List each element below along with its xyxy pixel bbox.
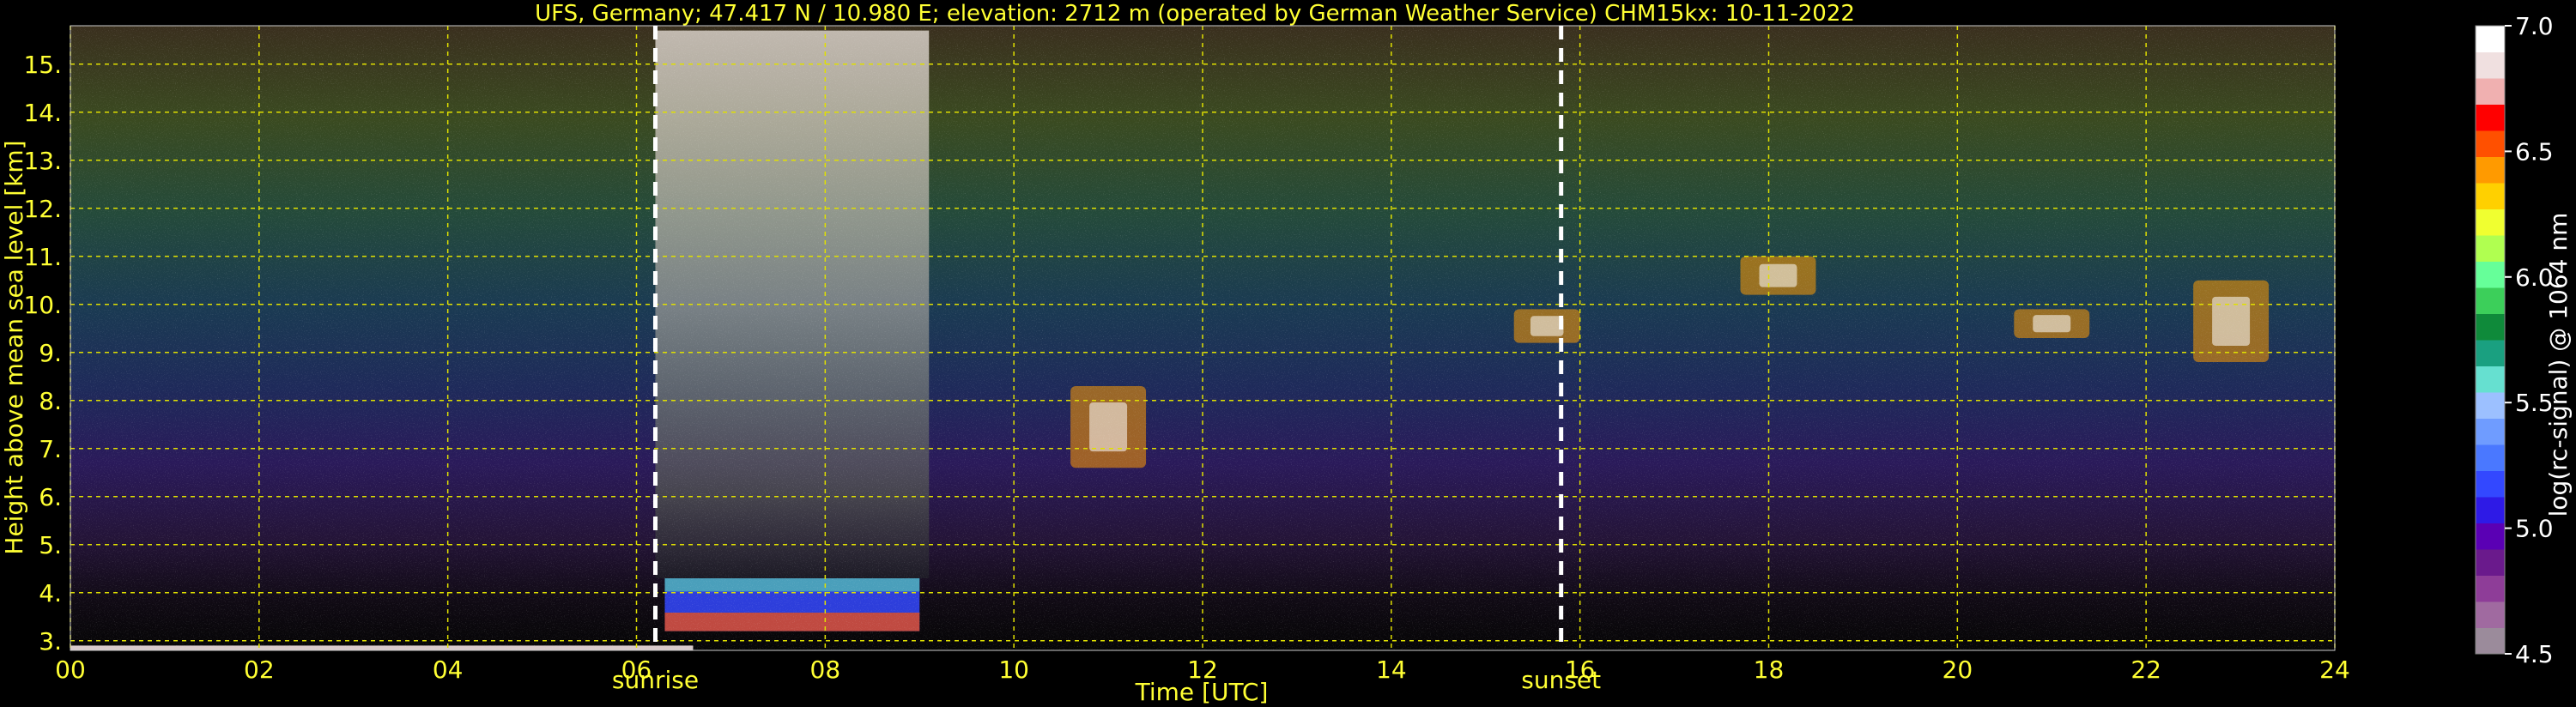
colorbar-segment — [2476, 287, 2505, 314]
colorbar-segment — [2476, 470, 2505, 498]
colorbar-tick-label: 4.5 — [2515, 640, 2554, 668]
colorbar-tick-label: 6.5 — [2515, 137, 2554, 166]
x-tick-label: 04 — [433, 656, 464, 684]
chart-title: UFS, Germany; 47.417 N / 10.980 E; eleva… — [535, 1, 1855, 27]
colorbar-segment — [2476, 392, 2505, 419]
y-tick-label: 3. — [39, 627, 62, 656]
x-tick-label: 06 — [621, 656, 652, 684]
colorbar-segment — [2476, 261, 2505, 288]
colorbar-segment — [2476, 366, 2505, 393]
colorbar-segment — [2476, 130, 2505, 157]
colorbar-segment — [2476, 497, 2505, 523]
y-tick-labels: 3. 4. 5. 6. 7. 8. 9. 10. 11. 12. 13. 14. 15. — [23, 51, 62, 656]
y-tick-label: 10. — [23, 291, 62, 319]
colorbar-segment — [2476, 418, 2505, 445]
x-tick-label: 00 — [55, 656, 86, 684]
colorbar-segment — [2476, 627, 2505, 655]
y-tick-label: 6. — [39, 483, 62, 511]
y-tick-label: 15. — [23, 51, 62, 79]
colorbar-segment — [2476, 183, 2505, 209]
colorbar-segment — [2476, 26, 2505, 52]
x-tick-label: 18 — [1754, 656, 1785, 684]
colorbar-tick-label: 7.0 — [2515, 12, 2554, 40]
y-tick-label: 5. — [39, 531, 62, 559]
colorbar-segment — [2476, 575, 2505, 602]
x-tick-label: 10 — [998, 656, 1029, 684]
y-tick-label: 11. — [23, 243, 62, 271]
colorbar-segment — [2476, 601, 2505, 628]
colorbar — [2475, 25, 2506, 655]
x-axis-label: Time [UTC] — [1135, 678, 1269, 706]
y-tick-label: 13. — [23, 147, 62, 175]
y-tick-label: 14. — [23, 99, 62, 127]
y-tick-label: 7. — [39, 435, 62, 463]
colorbar-segment — [2476, 208, 2505, 236]
colorbar-segment — [2476, 444, 2505, 471]
colorbar-segment — [2476, 78, 2505, 105]
colorbar-segment — [2476, 104, 2505, 131]
y-tick-label: 12. — [23, 195, 62, 223]
x-tick-label: 14 — [1376, 656, 1407, 684]
colorbar-segment — [2476, 313, 2505, 341]
colorbar-segment — [2476, 51, 2505, 79]
ceilometer-chart: sunrise sunset 00 02 04 06 08 10 12 14 16 18 20 22 24… — [0, 1, 2573, 706]
y-tick-label: 4. — [39, 579, 62, 607]
y-axis-label: Height above mean sea level [km] — [0, 140, 28, 554]
x-tick-label: 08 — [810, 656, 841, 684]
colorbar-label: log(rc-signal) @ 1064 nm — [2544, 213, 2573, 517]
x-tick-label: 02 — [244, 656, 275, 684]
x-tick-label: 16 — [1565, 656, 1596, 684]
y-tick-label: 9. — [39, 339, 62, 367]
colorbar-tick-label: 5.0 — [2515, 515, 2554, 543]
colorbar-segment — [2476, 549, 2505, 576]
colorbar-segment — [2476, 523, 2505, 550]
x-tick-label: 22 — [2131, 656, 2161, 684]
x-tick-label: 24 — [2319, 656, 2350, 684]
x-tick-label: 20 — [1943, 656, 1973, 684]
colorbar-segment — [2476, 235, 2505, 262]
colorbar-segment — [2476, 156, 2505, 184]
colorbar-segment — [2476, 340, 2505, 366]
y-tick-label: 8. — [39, 387, 62, 415]
